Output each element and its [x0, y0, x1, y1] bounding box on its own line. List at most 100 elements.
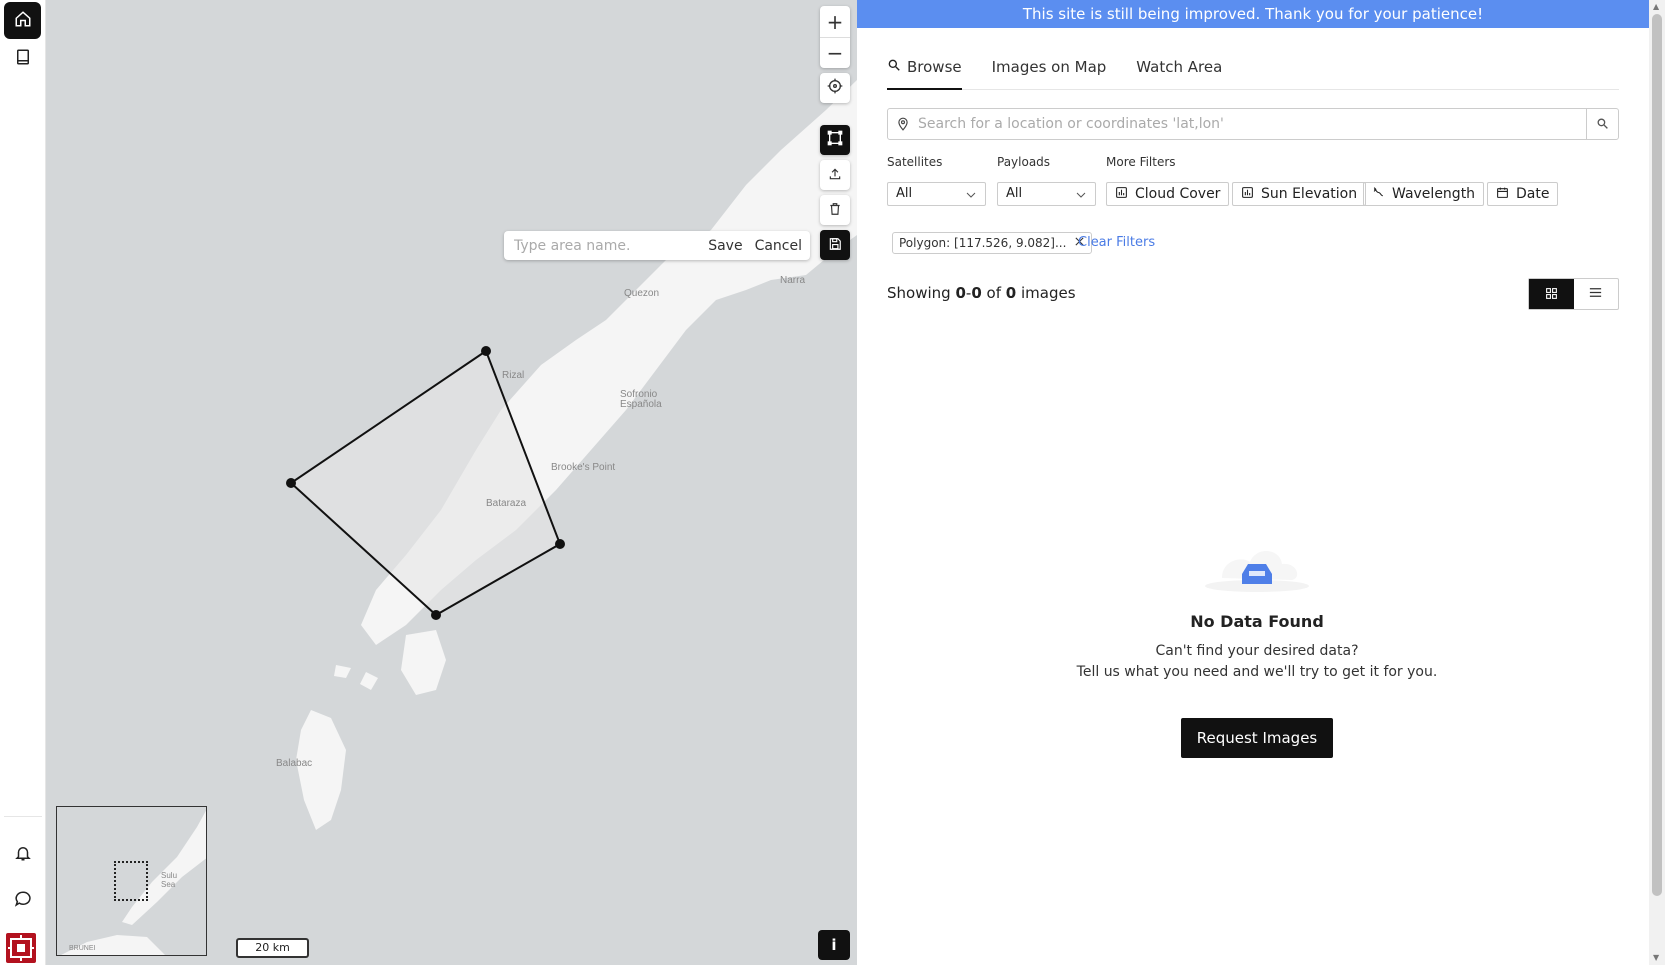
payloads-select[interactable]: All: [997, 182, 1096, 206]
tab-label: Images on Map: [991, 58, 1107, 76]
floppy-icon: [828, 235, 842, 256]
chat-button[interactable]: [4, 882, 41, 919]
empty-title: No Data Found: [1190, 612, 1324, 631]
draw-polygon-button[interactable]: [820, 125, 850, 155]
results-end: 0: [971, 284, 982, 302]
tab-label: Watch Area: [1136, 58, 1223, 76]
delete-button[interactable]: [820, 195, 850, 225]
zoom-in-button[interactable]: +: [820, 6, 850, 37]
search-icon: [887, 58, 901, 76]
overview-minimap[interactable]: Sulu Sea BRUNEI: [56, 806, 207, 956]
notifications-button[interactable]: [4, 836, 41, 873]
locate-button[interactable]: [820, 73, 850, 103]
polygon-draw-icon: [827, 130, 843, 151]
search-icon: [1596, 115, 1609, 134]
minimap-label: Sea: [161, 880, 176, 889]
results-prefix: Showing: [887, 284, 951, 302]
more-filters-label: More Filters: [1106, 155, 1176, 169]
location-search-input[interactable]: [918, 116, 1586, 132]
view-toggle: [1528, 278, 1619, 310]
date-filter[interactable]: Date: [1487, 182, 1559, 206]
list-view-button[interactable]: [1574, 279, 1619, 309]
tab-images-on-map[interactable]: Images on Map: [992, 52, 1107, 90]
empty-message: Can't find your desired data?: [1155, 643, 1359, 659]
search-submit-button[interactable]: [1586, 109, 1618, 139]
page-scrollbar[interactable]: ▲ ▼: [1649, 0, 1665, 965]
place-label: Brooke's Point: [551, 462, 616, 473]
chip-label: Polygon: [117.526, 9.082]...: [899, 236, 1067, 250]
wavelength-filter[interactable]: Wavelength: [1363, 182, 1485, 206]
clear-filters-link[interactable]: Clear Filters: [1078, 235, 1155, 250]
place-label: Rizal: [502, 370, 525, 381]
tab-label: Browse: [907, 58, 962, 76]
home-button[interactable]: [4, 2, 41, 39]
empty-state: No Data Found Can't find your desired da…: [1037, 538, 1477, 758]
tab-browse[interactable]: Browse: [887, 52, 962, 90]
request-images-button[interactable]: Request Images: [1180, 718, 1334, 758]
scroll-down-icon[interactable]: ▼: [1653, 953, 1659, 962]
save-button[interactable]: Save: [708, 238, 742, 254]
area-name-input[interactable]: [514, 237, 697, 254]
wave-icon: [1372, 186, 1385, 203]
select-value: All: [896, 186, 913, 201]
filter-label: Sun Elevation: [1261, 186, 1358, 202]
sun-elevation-filter[interactable]: Sun Elevation: [1232, 182, 1367, 206]
payloads-label: Payloads: [997, 155, 1051, 169]
minimap-label: BRUNEI: [69, 945, 96, 952]
polygon-filter-chip: Polygon: [117.526, 9.082]...: [892, 232, 1093, 254]
chat-icon: [14, 890, 32, 912]
place-label: Quezon: [624, 288, 660, 299]
browse-panel: This site is still being improved. Thank…: [857, 0, 1649, 965]
list-icon: [1588, 285, 1603, 304]
grid-view-button[interactable]: [1529, 279, 1574, 309]
save-area-button[interactable]: [820, 230, 850, 260]
zoom-control: + −: [820, 6, 850, 68]
empty-box-icon: [1037, 538, 1477, 598]
place-label: Española: [620, 399, 662, 410]
place-label: Narra: [780, 275, 806, 286]
rail-divider: [4, 816, 42, 817]
filter-label: Wavelength: [1392, 186, 1476, 202]
map-pin-icon: [888, 117, 918, 131]
cancel-button[interactable]: Cancel: [755, 238, 802, 254]
chevron-down-icon: [965, 187, 977, 209]
calendar-icon: [1496, 186, 1509, 203]
location-search: [887, 108, 1619, 140]
zoom-out-button[interactable]: −: [820, 37, 850, 68]
empty-message: Tell us what you need and we'll try to g…: [1076, 664, 1438, 680]
home-icon: [14, 10, 32, 32]
results-count: Showing 0-0 of 0 images: [887, 284, 1076, 302]
trash-icon: [828, 200, 842, 221]
book-icon: [14, 48, 32, 70]
scale-bar: 20 km: [236, 938, 309, 958]
map-canvas[interactable]: Quezon Narra Rizal Sofronio Española Bro…: [46, 0, 857, 965]
place-label: Bataraza: [486, 498, 527, 509]
filter-label: Date: [1516, 186, 1550, 202]
satellites-label: Satellites: [887, 155, 943, 169]
upload-button[interactable]: [820, 160, 850, 190]
tab-bar: Browse Images on Map Watch Area: [887, 52, 1619, 90]
catalog-button[interactable]: [4, 40, 41, 77]
scroll-up-icon[interactable]: ▲: [1653, 2, 1659, 11]
viewport-indicator[interactable]: [114, 861, 148, 901]
app: Quezon Narra Rizal Sofronio Española Bro…: [0, 0, 1665, 965]
place-label: Balabac: [276, 758, 313, 769]
upload-icon: [828, 165, 842, 186]
brand-logo: [6, 933, 36, 963]
select-value: All: [1006, 186, 1023, 201]
area-name-form: Save Cancel: [504, 231, 810, 260]
bell-icon: [14, 844, 32, 866]
cloud-cover-filter[interactable]: Cloud Cover: [1106, 182, 1230, 206]
results-total: 0: [1005, 284, 1017, 302]
tab-watch-area[interactable]: Watch Area: [1136, 52, 1222, 90]
gauge-icon: [1241, 186, 1254, 203]
filter-label: Cloud Cover: [1135, 186, 1221, 202]
results-suffix: images: [1021, 284, 1076, 302]
crosshair-icon: [827, 78, 843, 99]
scroll-thumb[interactable]: [1652, 14, 1662, 896]
notice-banner: This site is still being improved. Thank…: [857, 0, 1649, 28]
info-button[interactable]: i: [818, 930, 850, 960]
results-start: 0: [955, 284, 966, 302]
satellites-select[interactable]: All: [887, 182, 986, 206]
grid-icon: [1545, 285, 1558, 304]
